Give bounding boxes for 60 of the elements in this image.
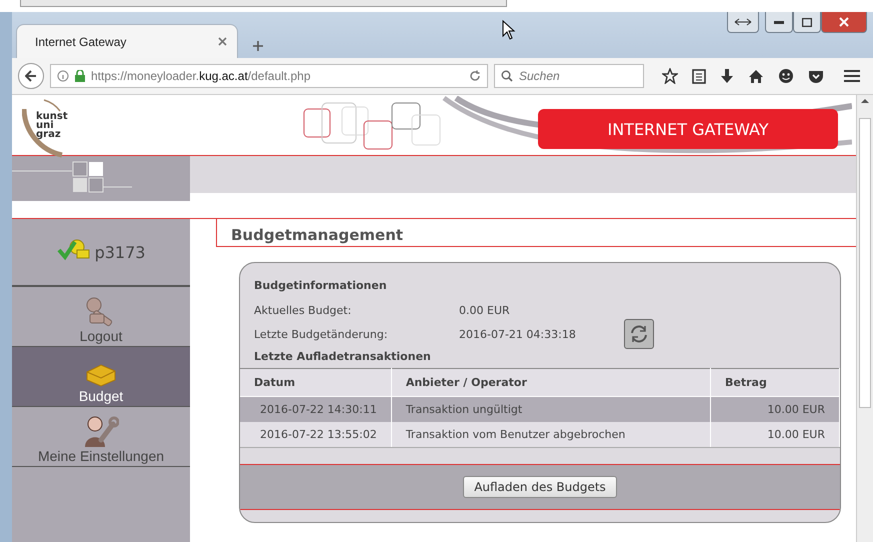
wallet-icon xyxy=(84,362,118,388)
maximize-button[interactable] xyxy=(793,12,821,33)
refresh-button[interactable] xyxy=(624,319,654,349)
logo-text: graz xyxy=(36,130,62,138)
table-cell: 10.00 EUR xyxy=(710,396,840,422)
table-cell: Transaktion vom Benutzer abgebrochen xyxy=(391,422,710,447)
new-tab-icon[interactable] xyxy=(252,40,264,52)
double-arrow-icon xyxy=(734,18,752,26)
table-row[interactable]: 2016-07-22 13:55:02 Transaktion vom Benutzer abgebrochen 10.00 EUR xyxy=(240,422,840,447)
nav-item[interactable]: Meine Einstellungen xyxy=(12,407,190,467)
table-cell: 2016-07-22 14:30:11 xyxy=(240,396,392,422)
maximize-icon xyxy=(802,18,812,26)
page-title: Budgetmanagement xyxy=(216,218,856,247)
table-cell: 10.00 EUR xyxy=(710,422,840,447)
table-cell: 2016-07-22 13:55:02 xyxy=(240,422,392,447)
url-text: https://moneyloader.kug.ac.at/default.php xyxy=(91,69,312,83)
lock-icon xyxy=(75,70,85,82)
address-bar[interactable]: https://moneyloader.kug.ac.at/default.php xyxy=(50,64,488,88)
back-arrow-icon xyxy=(25,70,37,82)
search-field[interactable]: Suchen xyxy=(494,64,644,88)
search-icon xyxy=(501,70,513,82)
logo-text: uni xyxy=(36,120,55,130)
column-header: Anbieter / Operator xyxy=(391,368,710,396)
column-header: Datum xyxy=(240,368,392,396)
browser-tab[interactable]: Internet Gateway xyxy=(16,24,238,58)
minimize-button[interactable] xyxy=(765,12,793,33)
home-icon[interactable] xyxy=(748,68,764,84)
star-icon[interactable] xyxy=(662,68,678,84)
minimize-icon xyxy=(774,20,784,24)
download-icon[interactable] xyxy=(720,68,734,84)
smiley-icon[interactable] xyxy=(778,68,794,84)
close-button[interactable] xyxy=(821,12,867,33)
field-label: Letzte Budgetänderung: xyxy=(254,328,389,340)
nav-item[interactable]: Budget xyxy=(12,347,190,407)
refresh-icon xyxy=(629,324,649,344)
user-item: p3173 xyxy=(12,219,190,287)
cursor-icon xyxy=(502,20,516,40)
recharge-button[interactable]: Aufladen des Budgets xyxy=(463,476,617,498)
resize-button[interactable] xyxy=(727,12,759,33)
logo-text: kunst xyxy=(36,112,69,120)
section-heading: Budgetinformationen xyxy=(253,278,388,294)
close-icon[interactable] xyxy=(218,37,227,46)
info-icon[interactable] xyxy=(57,70,69,82)
field-label: Aktuelles Budget: xyxy=(254,304,352,316)
banner-label: INTERNET GATEWAY xyxy=(538,109,838,149)
clipboard-icon[interactable] xyxy=(692,68,706,84)
pocket-icon[interactable] xyxy=(808,68,824,84)
column-header: Betrag xyxy=(710,368,840,396)
close-icon xyxy=(839,17,849,27)
field-value: 2016-07-21 04:33:18 xyxy=(459,328,577,340)
reload-icon[interactable] xyxy=(469,70,481,82)
user-wrench-icon xyxy=(83,414,119,448)
table-cell: Transaktion ungültigt xyxy=(391,396,710,422)
scrollbar-thumb[interactable] xyxy=(859,118,871,408)
table-row[interactable]: 2016-07-22 14:30:11 Transaktion ungültigt 10.00 EUR xyxy=(240,396,840,422)
field-value: 0.00 EUR xyxy=(459,304,511,316)
back-button[interactable] xyxy=(18,63,44,89)
section-heading: Letzte Aufladetransaktionen xyxy=(253,349,432,365)
menu-icon[interactable] xyxy=(844,69,860,83)
scroll-up-icon[interactable] xyxy=(861,98,869,104)
